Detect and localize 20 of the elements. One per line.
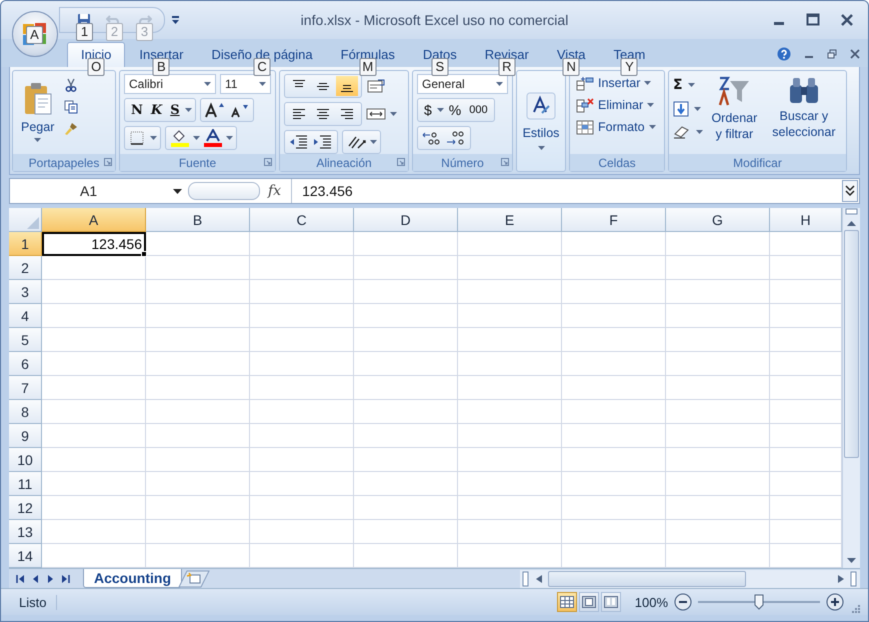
group-label: Modificar: [733, 156, 782, 170]
window-title: info.xlsx - Microsoft Excel uso no comercial: [300, 12, 568, 28]
keytip-tooltip: Y: [620, 58, 638, 76]
group-label: Alineación: [316, 156, 372, 170]
keytip-tooltip: A: [26, 26, 43, 44]
group-label: Celdas: [598, 156, 636, 170]
keytip-tooltip: 1: [76, 23, 93, 41]
status-text: Listo: [9, 594, 58, 610]
keytip-tooltip: C: [254, 58, 271, 76]
keytip-tooltip: S: [431, 58, 448, 76]
keytip-tooltip: B: [152, 58, 170, 76]
keytip-tooltip: N: [562, 58, 580, 76]
group-label: Número: [441, 156, 484, 170]
keytip-tooltip: R: [498, 58, 516, 76]
group-label: Portapapeles: [28, 156, 100, 170]
keytip-tooltip: 2: [106, 23, 123, 41]
group-label: Fuente: [178, 156, 216, 170]
keytip-tooltip: O: [88, 58, 105, 76]
keytip-tooltip: 3: [136, 23, 153, 41]
keytip-tooltip: M: [359, 58, 376, 76]
